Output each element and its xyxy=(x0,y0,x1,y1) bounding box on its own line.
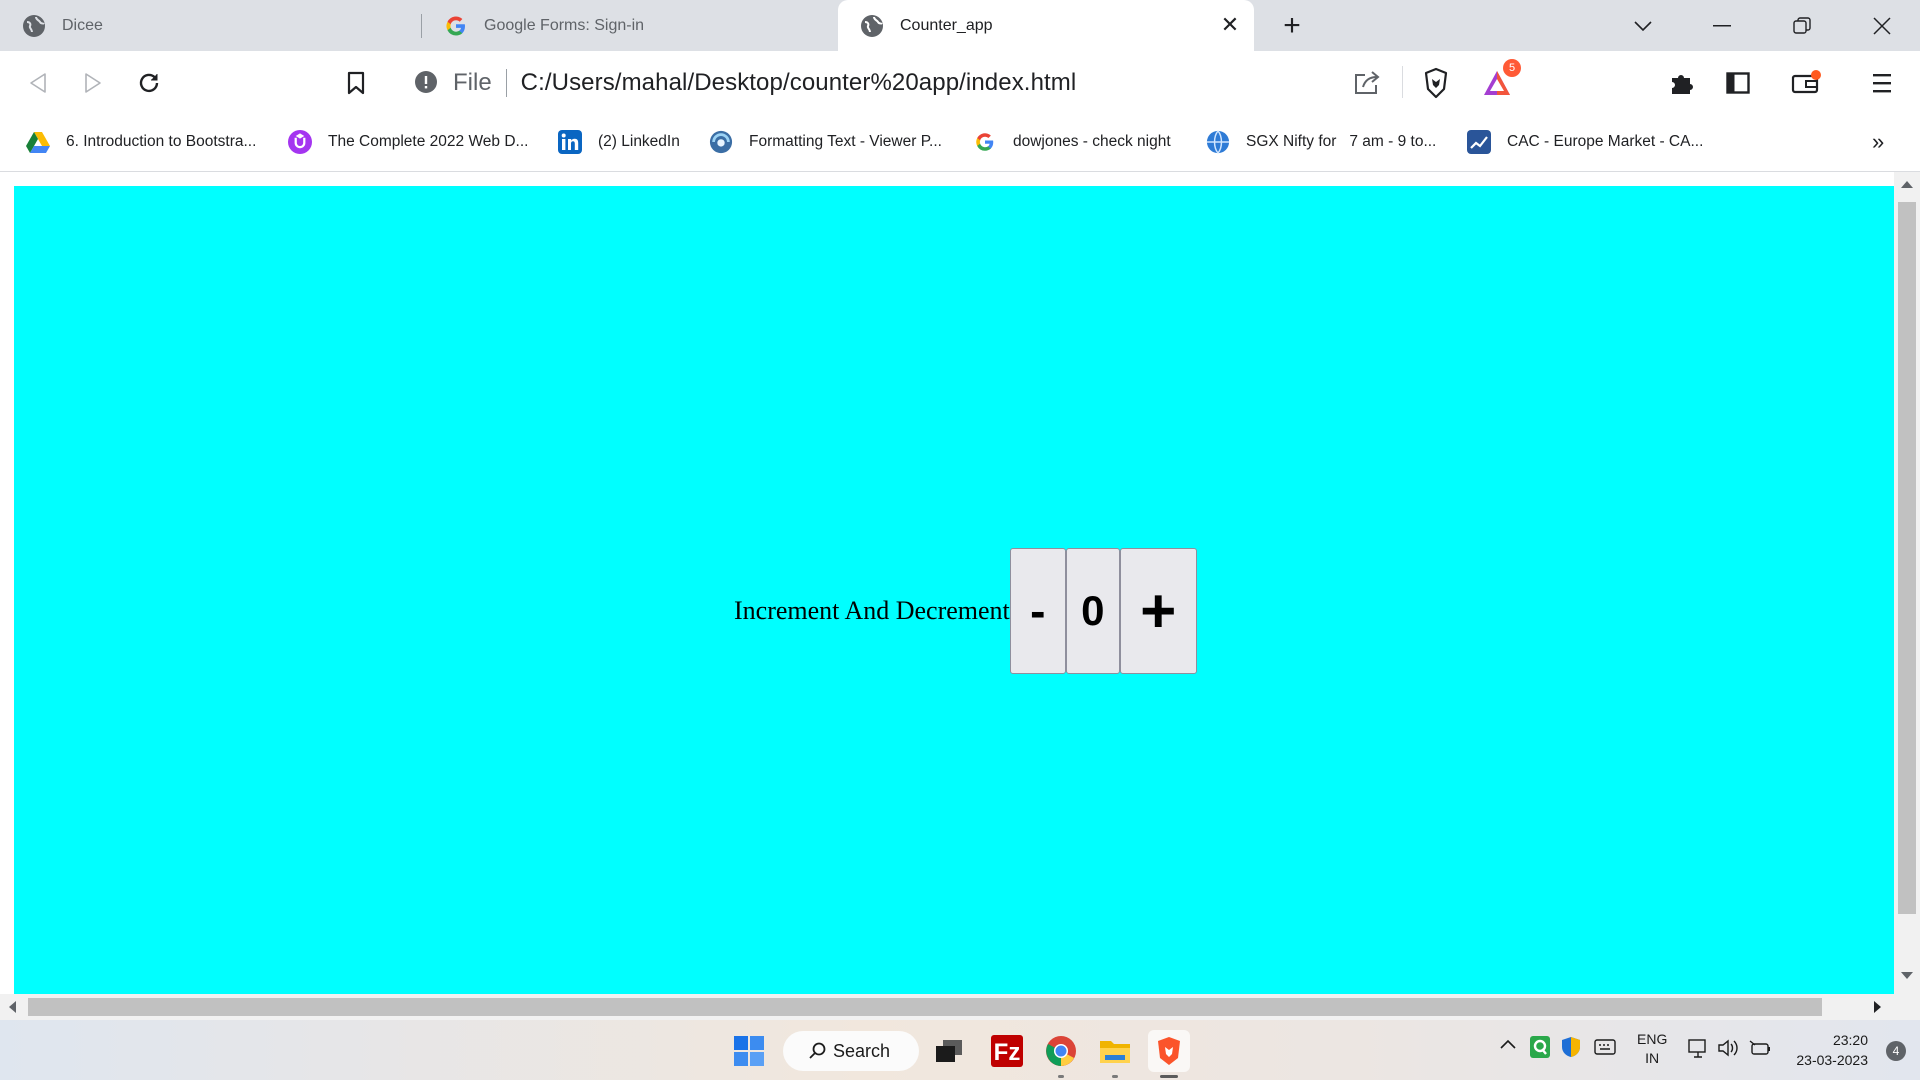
forward-icon[interactable] xyxy=(75,65,111,101)
url-text[interactable]: C:/Users/mahal/Desktop/counter%20app/ind… xyxy=(521,69,1077,97)
volume-icon[interactable] xyxy=(1717,1039,1739,1060)
tab-counter-app[interactable]: Counter_app ✕ xyxy=(838,0,1254,51)
minimize-icon[interactable] xyxy=(1706,10,1738,42)
tab-google-forms[interactable]: Google Forms: Sign-in xyxy=(422,0,838,51)
chart-icon xyxy=(1467,130,1491,154)
udemy-icon xyxy=(288,130,312,154)
search-label: Search xyxy=(833,1040,891,1061)
counter-label: Increment And Decrement xyxy=(734,596,1010,625)
bookmarks-bar: 6. Introduction to Bootstra... The Compl… xyxy=(0,114,1920,172)
bookmark-label: CAC - Europe Market - CA... xyxy=(1507,133,1704,150)
tray-app-q-icon[interactable] xyxy=(1530,1036,1550,1061)
search-icon xyxy=(809,1042,826,1059)
chrome-icon[interactable] xyxy=(1040,1030,1082,1078)
region-code: IN xyxy=(1645,1050,1660,1066)
bookmark-icon[interactable] xyxy=(338,65,374,101)
security-shield-icon[interactable] xyxy=(1560,1036,1582,1061)
file-explorer-icon[interactable] xyxy=(1094,1030,1136,1078)
notification-badge[interactable]: 4 xyxy=(1886,1041,1906,1061)
google-drive-icon xyxy=(26,130,50,154)
tab-title: Counter_app xyxy=(900,16,993,34)
close-window-icon[interactable] xyxy=(1866,10,1898,42)
omni-divider xyxy=(1402,66,1403,98)
bookmark-item[interactable]: (2) LinkedIn xyxy=(558,126,680,158)
google-icon xyxy=(444,14,468,38)
sidebar-icon[interactable] xyxy=(1720,65,1756,101)
vertical-scrollbar[interactable] xyxy=(1894,172,1920,1020)
increment-button[interactable]: + xyxy=(1119,548,1197,674)
bookmark-item[interactable]: 6. Introduction to Bootstra... xyxy=(26,126,256,158)
bookmark-label: SGX Nifty for 7 am - 9 to... xyxy=(1246,133,1437,150)
taskbar-search[interactable]: Search xyxy=(783,1031,919,1071)
share-icon[interactable] xyxy=(1353,69,1381,100)
bookmark-item[interactable]: dowjones - check night xyxy=(973,126,1171,158)
more-bookmarks-button[interactable]: » xyxy=(1872,126,1884,158)
taskbar: Search Fz ENG IN 23:20 23-03-2023 4 xyxy=(0,1020,1920,1080)
scroll-down-icon xyxy=(1901,972,1913,979)
date-text: 23-03-2023 xyxy=(1796,1052,1868,1068)
horizontal-scrollbar[interactable] xyxy=(0,994,1894,1020)
google-icon xyxy=(973,130,997,154)
browser-toolbar: File C:/Users/mahal/Desktop/counter%20ap… xyxy=(0,51,1920,114)
tab-strip: Dicee Google Forms: Sign-in Counter_app … xyxy=(0,0,1920,51)
rewards-badge: 5 xyxy=(1503,59,1521,77)
new-tab-button[interactable]: + xyxy=(1278,9,1306,42)
address-divider xyxy=(505,68,507,97)
brave-rewards-icon[interactable]: 5 xyxy=(1479,59,1521,101)
globe-icon xyxy=(860,14,884,38)
svg-text:Fz: Fz xyxy=(994,1039,1021,1066)
bookmark-item[interactable]: The Complete 2022 Web D... xyxy=(288,126,528,158)
wallet-icon[interactable] xyxy=(1788,65,1824,101)
battery-icon[interactable] xyxy=(1748,1039,1772,1060)
bookmark-item[interactable]: Formatting Text - Viewer P... xyxy=(709,126,942,158)
clock[interactable]: 23:20 23-03-2023 xyxy=(1796,1030,1868,1070)
task-view-icon[interactable] xyxy=(928,1030,970,1072)
scroll-up-icon xyxy=(1901,181,1913,188)
windows-start-icon[interactable] xyxy=(728,1030,770,1072)
app-icon xyxy=(709,130,733,154)
bookmark-label: The Complete 2022 Web D... xyxy=(328,133,529,150)
tray-overflow-icon[interactable] xyxy=(1500,1036,1516,1052)
back-icon[interactable] xyxy=(20,65,56,101)
tab-title: Dicee xyxy=(62,16,103,34)
bookmark-label: (2) LinkedIn xyxy=(598,133,680,150)
scheme-label: File xyxy=(453,68,492,96)
linkedin-icon xyxy=(558,130,582,154)
horizontal-scroll-thumb[interactable] xyxy=(28,998,1822,1016)
tab-search-chevron-icon[interactable] xyxy=(1627,10,1659,42)
scroll-left-icon xyxy=(9,1001,16,1013)
bookmark-label: Formatting Text - Viewer P... xyxy=(749,133,942,150)
time-text: 23:20 xyxy=(1832,1032,1868,1048)
bookmark-item[interactable]: SGX Nifty for 7 am - 9 to... xyxy=(1206,126,1436,158)
page-viewport: Increment And Decrement - 0 + xyxy=(0,172,1920,1020)
close-tab-icon[interactable]: ✕ xyxy=(1218,12,1242,37)
brave-taskbar-icon[interactable] xyxy=(1148,1030,1190,1078)
bookmark-label: 6. Introduction to Bootstra... xyxy=(66,133,257,150)
counter-value: 0 xyxy=(1065,548,1120,674)
globe-icon xyxy=(22,14,46,38)
language-code: ENG xyxy=(1637,1031,1668,1047)
filezilla-icon[interactable]: Fz xyxy=(986,1030,1028,1072)
tab-dicee[interactable]: Dicee xyxy=(0,0,420,51)
reload-icon[interactable] xyxy=(131,65,167,101)
tab-title: Google Forms: Sign-in xyxy=(484,16,645,34)
bookmark-item[interactable]: CAC - Europe Market - CA... xyxy=(1467,126,1703,158)
restore-icon[interactable] xyxy=(1786,10,1818,42)
language-indicator[interactable]: ENG IN xyxy=(1637,1030,1667,1068)
vertical-scroll-thumb[interactable] xyxy=(1898,202,1916,914)
network-icon[interactable] xyxy=(1688,1039,1710,1062)
bookmark-label: dowjones - check night xyxy=(1013,133,1171,150)
page-background: Increment And Decrement - 0 + xyxy=(14,186,1894,994)
globe-blue-icon xyxy=(1206,130,1230,154)
counter-widget: Increment And Decrement - 0 + xyxy=(734,548,1197,674)
menu-icon[interactable] xyxy=(1864,65,1900,101)
keyboard-icon[interactable] xyxy=(1594,1039,1616,1058)
brave-shields-icon[interactable] xyxy=(1418,65,1454,101)
info-icon[interactable] xyxy=(414,70,438,99)
address-bar[interactable]: File C:/Users/mahal/Desktop/counter%20ap… xyxy=(395,58,1525,107)
decrement-button[interactable]: - xyxy=(1009,548,1066,674)
scroll-right-icon xyxy=(1874,1001,1881,1013)
extensions-icon[interactable] xyxy=(1664,65,1700,101)
